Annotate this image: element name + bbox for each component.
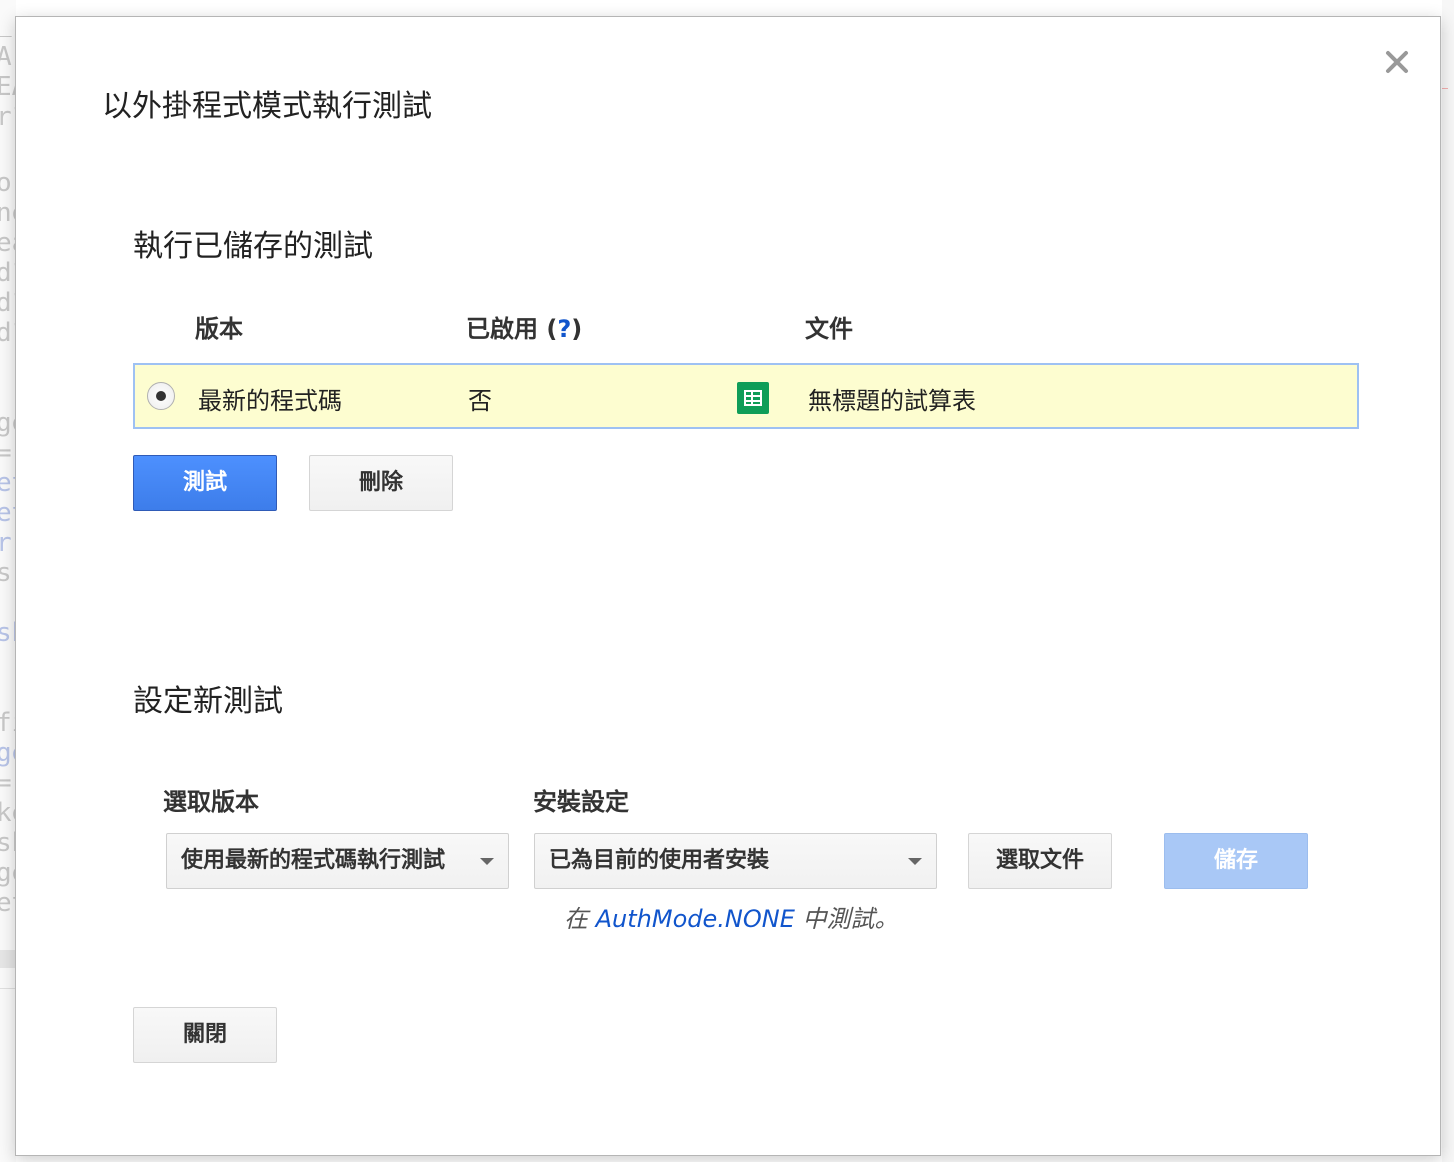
version-select-value: 使用最新的程式碼執行測試 (181, 848, 446, 873)
auth-mode-value: AuthMode.NONE (595, 905, 795, 933)
new-test-title: 設定新測試 (133, 684, 283, 719)
version-select-label: 選取版本 (163, 788, 259, 816)
saved-test-enabled: 否 (468, 387, 492, 415)
saved-test-version: 最新的程式碼 (198, 387, 342, 415)
choose-document-button[interactable]: 選取文件 (968, 833, 1112, 889)
saved-test-radio[interactable] (147, 382, 175, 410)
auth-mode-note: 在 AuthMode.NONE 中測試。 (564, 899, 899, 934)
install-select-label: 安裝設定 (533, 788, 629, 816)
column-header-enabled-label: 已啟用 (466, 315, 538, 343)
install-select[interactable]: 已為目前的使用者安裝 (534, 833, 937, 889)
column-header-version: 版本 (195, 315, 243, 343)
enabled-help-link[interactable]: ? (557, 315, 571, 343)
background-right-edge (1442, 0, 1454, 1162)
dialog-title: 以外掛程式模式執行測試 (102, 89, 432, 124)
saved-test-row[interactable]: 最新的程式碼 否 無標題的試算表 (133, 363, 1359, 429)
saved-test-document: 無標題的試算表 (808, 387, 976, 415)
chevron-down-icon (480, 858, 494, 865)
background-code-editor: _: A( EA r1 or ne ea d1 d1 d1 ge = et et… (0, 0, 16, 1162)
install-select-value: 已為目前的使用者安裝 (549, 848, 770, 873)
column-header-enabled: 已啟用 (?) (466, 315, 583, 343)
saved-tests-title: 執行已儲存的測試 (133, 229, 373, 264)
version-select[interactable]: 使用最新的程式碼執行測試 (166, 833, 509, 889)
delete-button[interactable]: 刪除 (309, 455, 453, 511)
close-icon[interactable] (1382, 47, 1412, 77)
save-button[interactable]: 儲存 (1164, 833, 1308, 889)
column-header-document: 文件 (805, 315, 853, 343)
chevron-down-icon (908, 858, 922, 865)
auth-note-prefix: 在 (564, 905, 588, 933)
test-as-addon-dialog: 以外掛程式模式執行測試 執行已儲存的測試 版本 已啟用 (?) 文件 最新的程式… (15, 16, 1441, 1156)
close-button[interactable]: 關閉 (133, 1007, 277, 1063)
auth-note-suffix: 中測試。 (802, 905, 899, 933)
test-button[interactable]: 測試 (133, 455, 277, 511)
sheets-icon (737, 382, 769, 414)
